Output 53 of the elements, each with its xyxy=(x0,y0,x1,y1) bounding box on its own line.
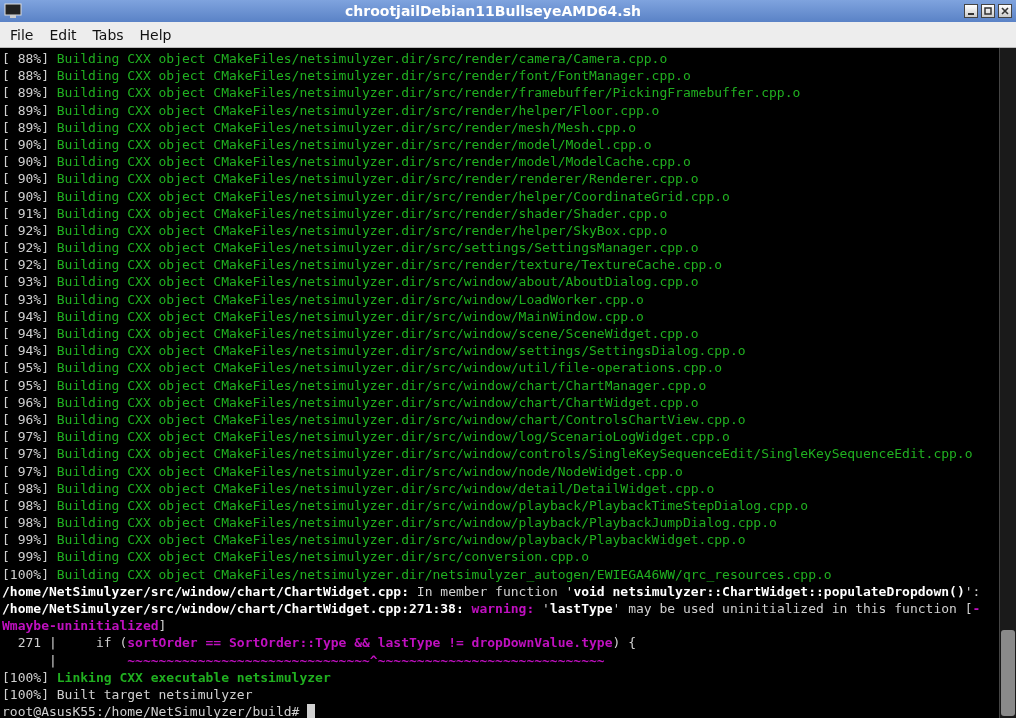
terminal-line: [ 95%] Building CXX object CMakeFiles/netsimulyzer.dir/src/window/chart/ChartManager.cpp.o xyxy=(2,376,707,394)
terminal-line: [ 90%] Building CXX object CMakeFiles/netsimulyzer.dir/src/render/renderer/Renderer.cpp.o xyxy=(2,170,699,188)
terminal-line: [ 97%] Building CXX object CMakeFiles/netsimulyzer.dir/src/window/node/NodeWidget.cpp.o xyxy=(2,462,683,480)
scrollbar-thumb[interactable] xyxy=(1001,630,1015,716)
terminal-line: [ 92%] Building CXX object CMakeFiles/netsimulyzer.dir/src/render/texture/TextureCache.cpp.o xyxy=(2,256,723,274)
terminal-line: [ 98%] Building CXX object CMakeFiles/netsimulyzer.dir/src/window/playback/PlaybackTimeStepDialog.cpp.o xyxy=(2,496,809,515)
terminal-line: [ 94%] Building CXX object CMakeFiles/netsimulyzer.dir/src/window/settings/SettingsDialog.cpp.o xyxy=(2,342,746,360)
terminal-line: [ 98%] Building CXX object CMakeFiles/netsimulyzer.dir/src/window/playback/PlaybackJumpDialog.cpp.o xyxy=(2,514,777,532)
menu-item[interactable]: Edit xyxy=(41,24,85,45)
terminal-line: /home/NetSimulyzer/src/window/chart/ChartWidget.cpp: In member function 'void netsimulyzer::ChartWidget::populateDropdown()': xyxy=(2,582,981,600)
maximize-icon xyxy=(984,7,992,15)
terminal-line: [ 93%] Building CXX object CMakeFiles/netsimulyzer.dir/src/window/LoadWorker.cpp.o xyxy=(2,290,644,308)
menu-item[interactable]: Tabs xyxy=(84,24,132,45)
terminal-line: [ 94%] Building CXX object CMakeFiles/netsimulyzer.dir/src/window/scene/SceneWidget.cpp.o xyxy=(2,325,699,343)
terminal-line: | ~~~~~~~~~~~~~~~~~~~~~~~~~~~~~~~^~~~~~~~~~~~~~~~~~~~~~~~~~~~~~ xyxy=(47,651,605,669)
monitor-icon xyxy=(4,3,22,19)
terminal-line: 271 | if (sortOrder == SortOrder::Type && lastType != dropDownValue.type) { xyxy=(16,634,636,652)
close-button[interactable] xyxy=(998,4,1012,18)
terminal-line: [ 90%] Building CXX object CMakeFiles/netsimulyzer.dir/src/render/helper/CoordinateGrid.cpp.o xyxy=(2,187,730,205)
terminal-line: /home/NetSimulyzer/src/window/chart/ChartWidget.cpp:271:38: warning: 'lastType' may be used uninitialized in this function [- xyxy=(2,600,981,618)
terminal-line: [ 99%] Building CXX object CMakeFiles/netsimulyzer.dir/src/window/playback/PlaybackWidget.cpp.o xyxy=(2,531,746,549)
terminal-line: [100%] Building CXX object CMakeFiles/netsimulyzer.dir/netsimulyzer_autogen/EWIEGA46WW/qrc_resources.cpp.o xyxy=(2,565,832,583)
terminal-line: [ 96%] Building CXX object CMakeFiles/netsimulyzer.dir/src/window/chart/ChartWidget.cpp.o xyxy=(2,393,699,411)
terminal-line: [ 89%] Building CXX object CMakeFiles/netsimulyzer.dir/src/render/framebuffer/PickingFramebuffer.cpp.o xyxy=(2,84,801,102)
scrollbar[interactable] xyxy=(999,48,1016,718)
shell-prompt: root@AsusK55:/home/NetSimulyzer/build# xyxy=(2,703,301,718)
terminal-line: [ 98%] Building CXX object CMakeFiles/netsimulyzer.dir/src/window/detail/DetailWidget.cpp.o xyxy=(2,479,715,497)
menu-item[interactable]: File xyxy=(2,24,42,45)
terminal-line: [ 91%] Building CXX object CMakeFiles/netsimulyzer.dir/src/render/shader/Shader.cpp.o xyxy=(2,204,668,222)
terminal-line: [ 96%] Building CXX object CMakeFiles/netsimulyzer.dir/src/window/chart/ControlsChartView.cpp.o xyxy=(2,410,746,429)
terminal-line: [ 88%] Building CXX object CMakeFiles/netsimulyzer.dir/src/render/font/FontManager.cpp.o xyxy=(2,67,691,85)
terminal-line: [ 99%] Building CXX object CMakeFiles/netsimulyzer.dir/src/conversion.cpp.o xyxy=(2,548,589,566)
window-title: chrootjailDebian11BullseyeAMD64.sh xyxy=(344,3,642,19)
terminal-line: [ 89%] Building CXX object CMakeFiles/netsimulyzer.dir/src/render/helper/Floor.cpp.o xyxy=(2,101,660,119)
close-icon xyxy=(1001,7,1009,15)
terminal-line: [ 94%] Building CXX object CMakeFiles/netsimulyzer.dir/src/window/MainWindow.cpp.o xyxy=(2,307,644,325)
terminal-line: [ 90%] Building CXX object CMakeFiles/netsimulyzer.dir/src/render/model/Model.cpp.o xyxy=(2,135,652,154)
terminal-line: [ 95%] Building CXX object CMakeFiles/netsimulyzer.dir/src/window/util/file-operations.cpp.o xyxy=(2,359,723,377)
cursor-icon xyxy=(307,704,316,718)
terminal-line: [100%] Built target netsimulyzer xyxy=(2,685,253,704)
terminal-line: [100%] Linking CXX executable netsimulyzer xyxy=(2,668,331,686)
terminal-line: [ 97%] Building CXX object CMakeFiles/netsimulyzer.dir/src/window/log/ScenarioLogWidget.cpp.o xyxy=(2,428,730,446)
terminal-line: [ 88%] Building CXX object CMakeFiles/netsimulyzer.dir/src/render/camera/Camera.cpp.o xyxy=(2,50,668,68)
terminal-line: [ 90%] Building CXX object CMakeFiles/netsimulyzer.dir/src/render/model/ModelCache.cpp.o xyxy=(2,153,691,171)
terminal-line: [ 89%] Building CXX object CMakeFiles/netsimulyzer.dir/src/render/mesh/Mesh.cpp.o xyxy=(2,118,636,136)
minimize-button[interactable] xyxy=(964,4,978,18)
maximize-button[interactable] xyxy=(981,4,995,18)
terminal-line: [ 92%] Building CXX object CMakeFiles/netsimulyzer.dir/src/render/helper/SkyBox.cpp.o xyxy=(2,221,668,240)
terminal-line: Wmaybe-uninitialized] xyxy=(2,617,167,635)
terminal-line: [ 93%] Building CXX object CMakeFiles/netsimulyzer.dir/src/window/about/AboutDialog.cpp.o xyxy=(2,273,699,291)
terminal-line: [ 97%] Building CXX object CMakeFiles/netsimulyzer.dir/src/window/controls/SingleKeySequenceEdit/SingleKeySequenceEdit.cpp.o xyxy=(2,445,973,463)
menu-item[interactable]: Help xyxy=(131,24,180,45)
terminal-line: [ 92%] Building CXX object CMakeFiles/netsimulyzer.dir/src/settings/SettingsManager.cpp.o xyxy=(2,239,699,257)
